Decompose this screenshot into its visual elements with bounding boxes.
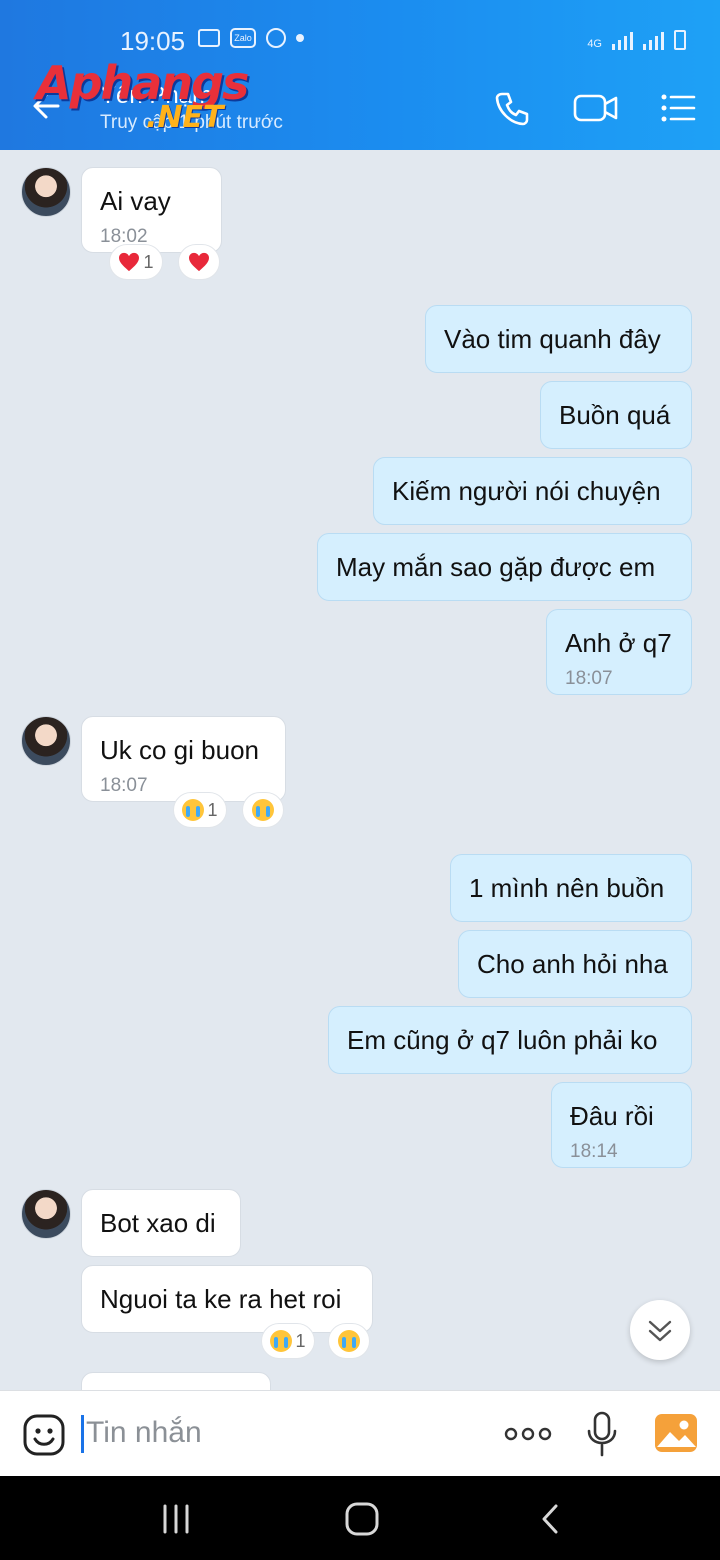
message-composer bbox=[0, 1390, 720, 1476]
outgoing-message[interactable]: Kiếm người nói chuyện bbox=[373, 457, 692, 525]
outgoing-message[interactable]: Vào tim quanh đây bbox=[425, 305, 692, 373]
message-text: Nguoi ta ke ra het roi bbox=[100, 1284, 342, 1314]
add-reaction-button[interactable] bbox=[328, 1323, 370, 1359]
contact-avatar[interactable] bbox=[21, 716, 71, 766]
list-menu-icon[interactable] bbox=[656, 86, 700, 130]
home-icon[interactable] bbox=[342, 1502, 382, 1536]
message-text: Ai vay bbox=[100, 186, 171, 216]
message-text: May mắn sao gặp được em bbox=[336, 552, 656, 582]
network-type-label: 4G bbox=[587, 38, 602, 50]
more-notifications-dot-icon bbox=[296, 34, 304, 42]
outgoing-message[interactable]: Buồn quá bbox=[540, 381, 692, 449]
recent-apps-icon[interactable] bbox=[156, 1502, 196, 1536]
chevron-double-down-icon bbox=[648, 1320, 672, 1342]
chat-bubble-notification-icon bbox=[266, 28, 286, 48]
top-app-bar: 19:05 Zalo 4G Yến Phạm Truy cập 1 phút t… bbox=[0, 0, 720, 150]
more-options-icon[interactable] bbox=[504, 1419, 552, 1449]
outgoing-message[interactable]: Anh ở q7 18:07 bbox=[546, 609, 692, 695]
message-time: 18:07 bbox=[565, 668, 613, 689]
message-text: Uk co gi buon bbox=[100, 735, 259, 765]
incoming-message-partial[interactable] bbox=[81, 1372, 271, 1390]
microphone-icon[interactable] bbox=[586, 1411, 618, 1457]
status-right-icons: 4G bbox=[587, 30, 686, 50]
crying-face-icon bbox=[338, 1330, 360, 1352]
outgoing-message[interactable]: Cho anh hỏi nha bbox=[458, 930, 692, 998]
scroll-to-bottom-button[interactable] bbox=[630, 1300, 690, 1360]
message-text: Kiếm người nói chuyện bbox=[392, 476, 661, 506]
zalo-notification-icon: Zalo bbox=[230, 28, 256, 48]
system-navigation-bar bbox=[0, 1476, 720, 1560]
crying-face-icon bbox=[182, 799, 205, 821]
phone-icon[interactable] bbox=[490, 86, 534, 130]
crying-face-icon bbox=[270, 1330, 293, 1352]
reaction-count: 1 bbox=[295, 1330, 306, 1351]
message-text: Buồn quá bbox=[559, 400, 671, 430]
battery-icon bbox=[674, 30, 686, 50]
image-gallery-icon[interactable] bbox=[654, 1413, 698, 1453]
reaction-count: 1 bbox=[143, 251, 154, 272]
add-reaction-button[interactable] bbox=[242, 792, 284, 828]
status-time: 19:05 bbox=[120, 26, 186, 56]
message-text: Đâu rồi bbox=[570, 1101, 654, 1131]
text-caret bbox=[81, 1415, 84, 1453]
contact-avatar[interactable] bbox=[21, 167, 71, 217]
heart-icon bbox=[189, 252, 209, 272]
outgoing-message[interactable]: Đâu rồi 18:14 bbox=[551, 1082, 692, 1168]
reaction-count-badge[interactable]: 1 bbox=[109, 244, 163, 280]
contact-avatar[interactable] bbox=[21, 1189, 71, 1239]
message-text: Bot xao di bbox=[100, 1208, 216, 1238]
reaction-count-badge[interactable]: 1 bbox=[173, 792, 227, 828]
add-reaction-button[interactable] bbox=[178, 244, 220, 280]
notification-icons: Zalo bbox=[198, 28, 304, 48]
message-input[interactable] bbox=[86, 1411, 466, 1455]
message-list[interactable]: Ai vay 18:02 1 Vào tim quanh đây Buồn qu… bbox=[0, 150, 720, 1390]
signal-strength-icon bbox=[612, 30, 633, 50]
message-text: Em cũng ở q7 luôn phải ko bbox=[347, 1025, 658, 1055]
incoming-message[interactable]: Nguoi ta ke ra het roi bbox=[81, 1265, 373, 1333]
message-text: 1 mình nên buồn bbox=[469, 873, 665, 903]
gallery-notification-icon bbox=[198, 29, 220, 47]
back-nav-icon[interactable] bbox=[530, 1502, 570, 1536]
heart-icon bbox=[119, 252, 140, 272]
crying-face-icon bbox=[252, 799, 274, 821]
watermark-logo-net: .NET bbox=[146, 100, 224, 135]
incoming-message[interactable]: Ai vay 18:02 bbox=[81, 167, 222, 253]
incoming-message[interactable]: Uk co gi buon 18:07 bbox=[81, 716, 286, 802]
message-time: 18:07 bbox=[100, 775, 148, 796]
message-text: Anh ở q7 bbox=[565, 628, 672, 658]
message-text: Vào tim quanh đây bbox=[444, 324, 661, 354]
message-time: 18:14 bbox=[570, 1141, 618, 1162]
outgoing-message[interactable]: May mắn sao gặp được em bbox=[317, 533, 692, 601]
outgoing-message[interactable]: 1 mình nên buồn bbox=[450, 854, 692, 922]
sticker-emoji-icon[interactable] bbox=[22, 1413, 66, 1457]
reaction-count: 1 bbox=[207, 799, 218, 820]
outgoing-message[interactable]: Em cũng ở q7 luôn phải ko bbox=[328, 1006, 692, 1074]
reaction-count-badge[interactable]: 1 bbox=[261, 1323, 315, 1359]
video-call-icon[interactable] bbox=[572, 86, 620, 130]
incoming-message[interactable]: Bot xao di bbox=[81, 1189, 241, 1257]
message-text: Cho anh hỏi nha bbox=[477, 949, 668, 979]
signal-strength-2-icon bbox=[643, 30, 664, 50]
